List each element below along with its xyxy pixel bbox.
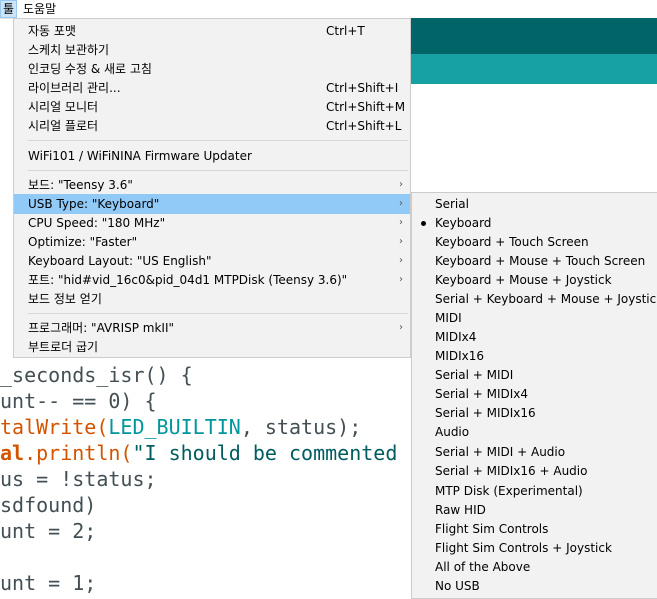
menu-item-usb-type[interactable]: USB Type: "Keyboard" › xyxy=(14,194,410,214)
chevron-right-icon: › xyxy=(399,255,403,266)
submenu-item[interactable]: Serial + MIDI + Audio xyxy=(412,443,657,462)
submenu-item[interactable]: MIDIx16 xyxy=(412,347,657,366)
menu-item-burn-bootloader[interactable]: 부트로더 굽기 xyxy=(14,337,410,357)
submenu-item[interactable]: Keyboard + Mouse + Touch Screen xyxy=(412,252,657,271)
radio-selected-icon xyxy=(421,221,426,226)
tools-dropdown-menu: 자동 포맷 Ctrl+T 스케치 보관하기 인코딩 수정 & 새로 고침 라이브러… xyxy=(13,18,411,358)
code-line: us = !status; xyxy=(0,467,157,491)
menu-item-auto-format[interactable]: 자동 포맷 Ctrl+T xyxy=(14,21,410,41)
code-line: unt = 1; xyxy=(0,571,97,595)
submenu-item[interactable]: MTP Disk (Experimental) xyxy=(412,482,657,501)
submenu-item[interactable]: Flight Sim Controls xyxy=(412,520,657,539)
menu-help[interactable]: 도움말 xyxy=(20,1,59,17)
submenu-item[interactable]: Serial + Keyboard + Mouse + Joystick xyxy=(412,290,657,309)
code-line: _seconds_isr() { xyxy=(0,363,193,387)
menu-item-keyboard-layout[interactable]: Keyboard Layout: "US English" › xyxy=(14,251,410,271)
menu-tools[interactable]: 툴 xyxy=(0,0,18,18)
submenu-item[interactable]: Serial xyxy=(412,195,657,214)
menu-item-fix-encoding[interactable]: 인코딩 수정 & 새로 고침 xyxy=(14,59,410,79)
editor-tab-bar xyxy=(411,54,657,84)
submenu-item[interactable]: MIDIx4 xyxy=(412,328,657,347)
submenu-item[interactable]: Keyboard + Touch Screen xyxy=(412,233,657,252)
submenu-item[interactable]: All of the Above xyxy=(412,558,657,577)
menu-item-manage-libraries[interactable]: 라이브러리 관리... Ctrl+Shift+I xyxy=(14,78,410,98)
menu-bar: 툴 도움말 xyxy=(0,0,657,19)
submenu-item[interactable]: Serial + MIDI xyxy=(412,366,657,385)
submenu-item[interactable]: Serial + MIDIx4 xyxy=(412,385,657,404)
code-line: unt = 2; xyxy=(0,519,97,543)
usb-type-submenu: Serial Keyboard Keyboard + Touch Screen … xyxy=(411,192,657,599)
editor-toolbar xyxy=(411,18,657,54)
menu-item-board-info[interactable]: 보드 정보 얻기 xyxy=(14,289,410,309)
menu-item-serial-monitor[interactable]: 시리얼 모니터 Ctrl+Shift+M xyxy=(14,97,410,117)
submenu-item-selected[interactable]: Keyboard xyxy=(412,214,657,233)
code-line: talWrite(LED_BUILTIN, status); xyxy=(0,415,362,439)
menu-separator xyxy=(28,140,408,141)
menu-item-port[interactable]: 포트: "hid#vid_16c0&pid_04d1 MTPDisk (Teen… xyxy=(14,270,410,290)
submenu-item[interactable]: Serial + MIDIx16 + Audio xyxy=(412,462,657,481)
submenu-item[interactable]: Audio xyxy=(412,423,657,442)
submenu-item[interactable]: Keyboard + Mouse + Joystick xyxy=(412,271,657,290)
submenu-item[interactable]: No USB xyxy=(412,577,657,596)
code-editor[interactable]: _seconds_isr() { unt-- == 0) { talWrite(… xyxy=(0,358,411,599)
chevron-right-icon: › xyxy=(399,179,403,190)
chevron-right-icon: › xyxy=(399,236,403,247)
menu-separator xyxy=(28,313,408,314)
submenu-item[interactable]: Raw HID xyxy=(412,501,657,520)
chevron-right-icon: › xyxy=(399,198,403,209)
chevron-right-icon: › xyxy=(399,217,403,228)
code-line: unt-- == 0) { xyxy=(0,389,157,413)
chevron-right-icon: › xyxy=(399,274,403,285)
menu-item-board[interactable]: 보드: "Teensy 3.6" › xyxy=(14,175,410,195)
menu-item-optimize[interactable]: Optimize: "Faster" › xyxy=(14,232,410,252)
menu-separator xyxy=(28,170,408,171)
code-line: sdfound) xyxy=(0,493,97,517)
menu-item-programmer[interactable]: 프로그래머: "AVRISP mkII" › xyxy=(14,318,410,338)
menu-item-cpu-speed[interactable]: CPU Speed: "180 MHz" › xyxy=(14,213,410,233)
submenu-item[interactable]: MIDI xyxy=(412,309,657,328)
chevron-right-icon: › xyxy=(399,322,403,333)
menu-item-firmware-updater[interactable]: WiFi101 / WiFiNINA Firmware Updater xyxy=(14,146,410,166)
menu-item-serial-plotter[interactable]: 시리얼 플로터 Ctrl+Shift+L xyxy=(14,116,410,136)
code-line: al.println("I should be commented xyxy=(0,441,398,465)
menu-item-archive-sketch[interactable]: 스케치 보관하기 xyxy=(14,40,410,60)
submenu-item[interactable]: Serial + MIDIx16 xyxy=(412,404,657,423)
submenu-item[interactable]: Flight Sim Controls + Joystick xyxy=(412,539,657,558)
